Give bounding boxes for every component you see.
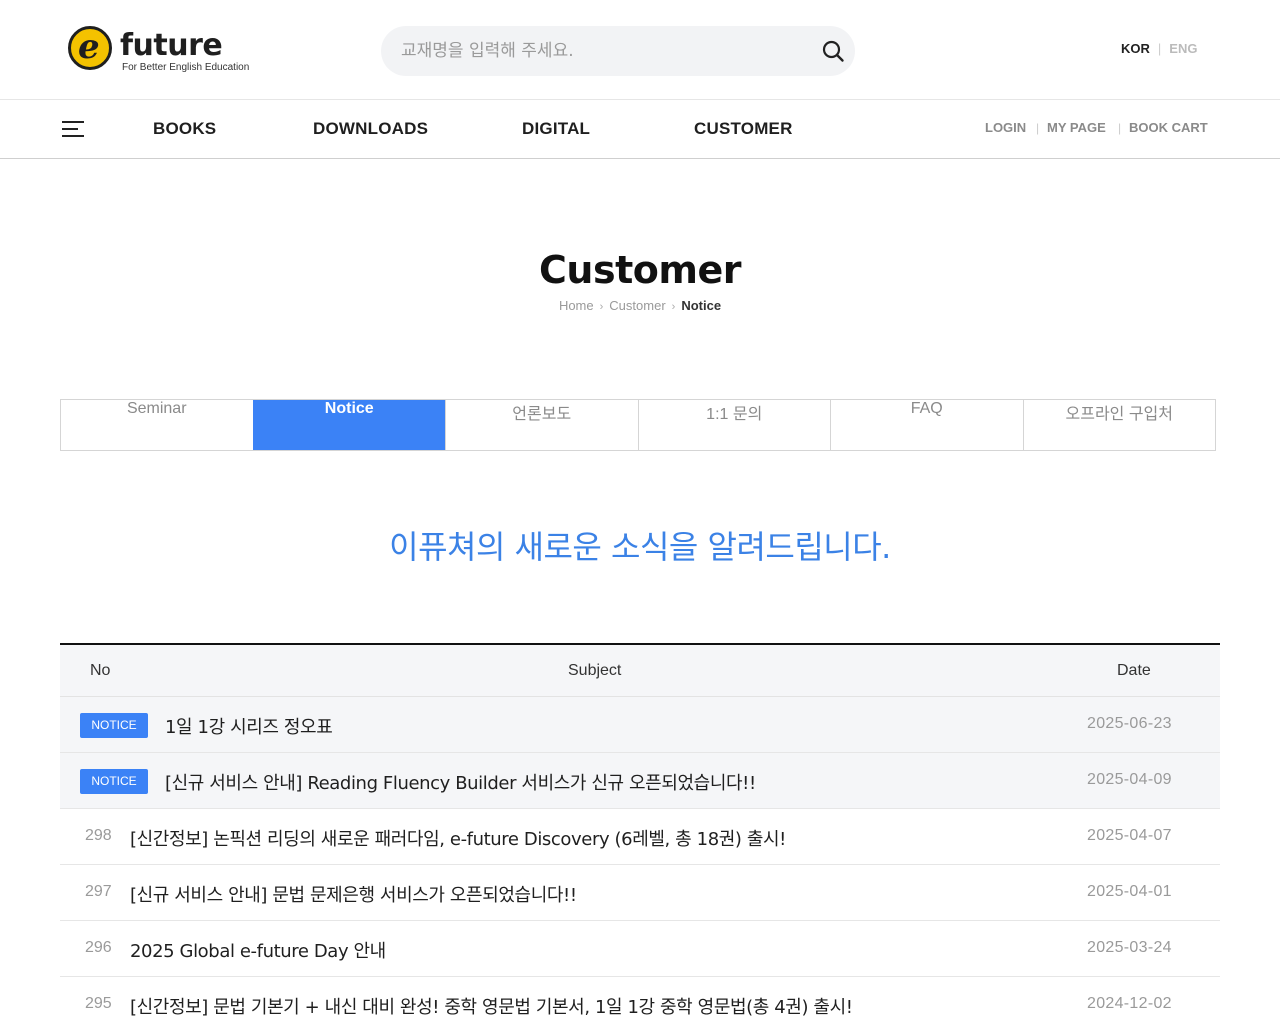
table-row[interactable]: 297 [신규 서비스 안내] 문법 문제은행 서비스가 오픈되었습니다!! 2… bbox=[60, 865, 1220, 921]
column-header-subject: Subject bbox=[568, 662, 622, 679]
search-icon[interactable] bbox=[821, 39, 845, 63]
notice-table: No Subject Date NOTICE 1일 1강 시리즈 정오표 202… bbox=[60, 643, 1220, 1024]
row-date: 2025-04-09 bbox=[1087, 771, 1172, 788]
breadcrumb-customer[interactable]: Customer bbox=[609, 298, 665, 313]
row-date: 2025-04-07 bbox=[1087, 827, 1172, 844]
logo-mark-icon: e bbox=[68, 26, 112, 70]
page-title-area: Customer bbox=[0, 248, 1280, 292]
lang-divider: | bbox=[1157, 41, 1162, 56]
page-title: Customer bbox=[537, 248, 743, 292]
logo-text: future bbox=[120, 28, 223, 63]
logo-tagline: For Better English Education bbox=[122, 62, 250, 73]
util-divider: | bbox=[1118, 121, 1122, 135]
table-row[interactable]: 296 2025 Global e-future Day 안내 2025-03-… bbox=[60, 921, 1220, 977]
row-date: 2024-12-02 bbox=[1087, 995, 1172, 1012]
util-divider: | bbox=[1036, 121, 1040, 135]
site-header: e future For Better English Education KO… bbox=[0, 0, 1280, 100]
customer-tabs: Seminar Notice 언론보도 1:1 문의 FAQ 오프라인 구입처 bbox=[60, 399, 1216, 451]
logo[interactable]: e future For Better English Education bbox=[68, 24, 268, 76]
nav-customer[interactable]: CUSTOMER bbox=[694, 119, 793, 139]
breadcrumb: Home › Customer › Notice bbox=[0, 298, 1280, 313]
row-subject-link[interactable]: [신간정보] 문법 기본기 + 내신 대비 완성! 중학 영문법 기본서, 1일… bbox=[130, 993, 853, 1019]
chevron-right-icon: › bbox=[599, 301, 604, 313]
main-nav: BOOKS DOWNLOADS DIGITAL CUSTOMER LOGIN |… bbox=[0, 100, 1280, 159]
row-number: 296 bbox=[85, 939, 112, 956]
table-row[interactable]: 295 [신간정보] 문법 기본기 + 내신 대비 완성! 중학 영문법 기본서… bbox=[60, 977, 1220, 1024]
row-date: 2025-03-24 bbox=[1087, 939, 1172, 956]
section-tagline: 이퓨쳐의 새로운 소식을 알려드립니다. bbox=[389, 528, 891, 566]
login-link[interactable]: LOGIN bbox=[985, 120, 1026, 135]
notice-badge: NOTICE bbox=[80, 769, 148, 794]
row-subject-link[interactable]: 1일 1강 시리즈 정오표 bbox=[165, 713, 333, 739]
tab-offline-stores[interactable]: 오프라인 구입처 bbox=[1022, 400, 1216, 450]
tab-press[interactable]: 언론보도 bbox=[445, 400, 638, 450]
row-subject-link[interactable]: [신간정보] 논픽션 리딩의 새로운 패러다임, e-future Discov… bbox=[130, 825, 786, 851]
my-page-link[interactable]: MY PAGE bbox=[1047, 120, 1106, 135]
table-header: No Subject Date bbox=[60, 645, 1220, 697]
tab-faq[interactable]: FAQ bbox=[830, 400, 1023, 450]
row-subject-link[interactable]: [신규 서비스 안내] Reading Fluency Builder 서비스가… bbox=[165, 769, 756, 795]
menu-icon[interactable] bbox=[62, 121, 84, 137]
notice-badge: NOTICE bbox=[80, 713, 148, 738]
table-row[interactable]: 298 [신간정보] 논픽션 리딩의 새로운 패러다임, e-future Di… bbox=[60, 809, 1220, 865]
table-row[interactable]: NOTICE [신규 서비스 안내] Reading Fluency Build… bbox=[60, 753, 1220, 809]
tab-inquiry[interactable]: 1:1 문의 bbox=[637, 400, 831, 450]
tab-notice[interactable]: Notice bbox=[252, 400, 445, 450]
tab-seminar[interactable]: Seminar bbox=[61, 400, 253, 450]
search-input[interactable] bbox=[401, 38, 801, 64]
row-number: 298 bbox=[85, 827, 112, 844]
row-date: 2025-06-23 bbox=[1087, 715, 1172, 732]
row-number: 297 bbox=[85, 883, 112, 900]
nav-books[interactable]: BOOKS bbox=[153, 119, 216, 139]
row-number: 295 bbox=[85, 995, 112, 1012]
search-bar bbox=[381, 26, 855, 76]
nav-downloads[interactable]: DOWNLOADS bbox=[313, 119, 428, 139]
lang-kor-link[interactable]: KOR bbox=[1121, 41, 1150, 56]
book-cart-link[interactable]: BOOK CART bbox=[1129, 120, 1208, 135]
language-switcher: KOR | ENG bbox=[1121, 41, 1197, 56]
column-header-no: No bbox=[90, 662, 111, 679]
table-row[interactable]: NOTICE 1일 1강 시리즈 정오표 2025-06-23 bbox=[60, 697, 1220, 753]
row-date: 2025-04-01 bbox=[1087, 883, 1172, 900]
nav-digital[interactable]: DIGITAL bbox=[522, 119, 590, 139]
chevron-right-icon: › bbox=[671, 301, 676, 313]
row-subject-link[interactable]: [신규 서비스 안내] 문법 문제은행 서비스가 오픈되었습니다!! bbox=[130, 881, 577, 907]
lang-eng-link[interactable]: ENG bbox=[1169, 41, 1197, 56]
row-subject-link[interactable]: 2025 Global e-future Day 안내 bbox=[130, 937, 386, 963]
breadcrumb-home[interactable]: Home bbox=[559, 298, 594, 313]
breadcrumb-current: Notice bbox=[681, 298, 722, 313]
column-header-date: Date bbox=[1117, 662, 1151, 679]
